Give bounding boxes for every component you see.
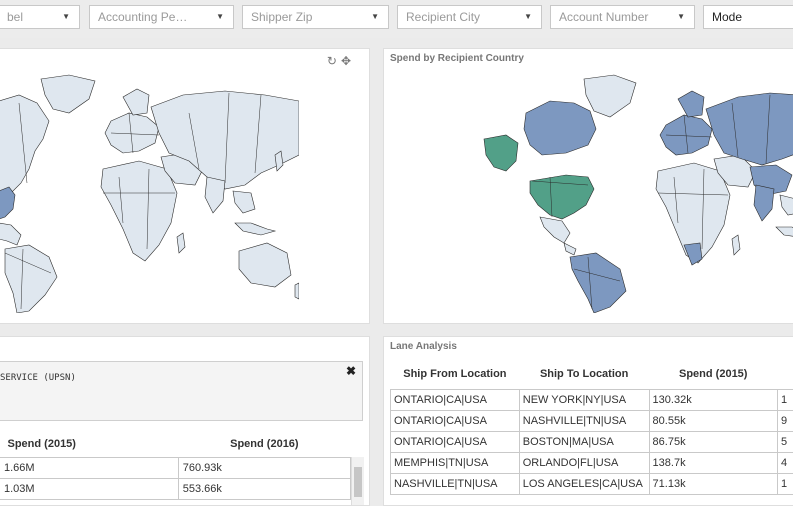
left-map-panel: ↻✥: [0, 48, 370, 324]
map-indonesia: [235, 223, 275, 235]
map-mexico: [540, 217, 570, 243]
table-cell: MEMPHIS|TN|USA: [391, 453, 520, 474]
table-cell: 80.55k: [649, 411, 777, 432]
table-cell: NASHVILLE|TN|USA: [391, 474, 520, 495]
table-cell: 5: [777, 432, 793, 453]
column-header[interactable]: Spend (2016): [178, 431, 350, 457]
table-row[interactable]: MEMPHIS|TN|USA ORLANDO|FL|USA 138.7k 4: [391, 453, 793, 474]
filter-recipient-city-select[interactable]: Recipient City ▼: [397, 5, 542, 29]
table-row[interactable]: ONTARIO|CA|USA BOSTON|MA|USA 86.75k 5: [391, 432, 793, 453]
column-header[interactable]: Ship From Location: [391, 359, 520, 390]
world-map: [0, 73, 299, 313]
table-cell: 4: [777, 453, 793, 474]
filter-label: bel: [7, 10, 23, 24]
table-cell: 1.03M: [0, 478, 178, 499]
scrollbar[interactable]: [351, 457, 364, 506]
map-central-america: [564, 243, 576, 255]
map-africa: [101, 161, 177, 261]
map-southeast-asia: [233, 191, 255, 213]
table-cell: 86.75k: [649, 432, 777, 453]
table-cell: LOS ANGELES|CA|USA: [519, 474, 649, 495]
refresh-icon[interactable]: ↻: [327, 54, 341, 68]
lane-analysis-title: Lane Analysis: [390, 341, 457, 352]
move-icon[interactable]: ✥: [341, 54, 355, 68]
table-row[interactable]: ONTARIO|CA|USA NASHVILLE|TN|USA 80.55k 9: [391, 411, 793, 432]
left-bottom-panel: SERVICE (UPSN) ✖ Spend (2015) Spend (201…: [0, 336, 370, 506]
column-header[interactable]: Spend (2015): [649, 359, 777, 390]
chevron-down-icon: ▼: [62, 6, 70, 28]
filter-label: Accounting Pe…: [98, 10, 187, 24]
filter-accounting-period-select[interactable]: Accounting Pe… ▼: [89, 5, 234, 29]
map-canada: [524, 101, 596, 155]
table-row[interactable]: ONTARIO|CA|USA NEW YORK|NY|USA 130.32k 1: [391, 390, 793, 411]
table-cell: 1.66M: [0, 457, 178, 478]
map-north-america: [0, 95, 49, 201]
table-cell: 138.7k: [649, 453, 777, 474]
map-central-america: [0, 223, 21, 245]
panel-tools: ↻✥: [327, 54, 355, 68]
map-alaska: [484, 135, 518, 171]
chevron-down-icon: ▼: [371, 6, 379, 28]
map-scandinavia: [678, 91, 704, 117]
table-cell: BOSTON|MA|USA: [519, 432, 649, 453]
table-cell: ONTARIO|CA|USA: [391, 390, 520, 411]
map-russia: [706, 93, 793, 165]
filter-label: Shipper Zip: [251, 10, 312, 24]
chevron-down-icon: ▼: [677, 6, 685, 28]
lane-table: Ship From Location Ship To Location Spen…: [390, 359, 793, 495]
table-cell: ONTARIO|CA|USA: [391, 432, 520, 453]
table-row[interactable]: 1.66M 760.93k: [0, 457, 351, 478]
right-map-panel: Spend by Recipient Country: [383, 48, 793, 324]
column-header[interactable]: [777, 359, 793, 390]
column-header[interactable]: Ship To Location: [519, 359, 649, 390]
chevron-down-icon: ▼: [216, 6, 224, 28]
table-cell: 760.93k: [178, 457, 350, 478]
map-south-america: [570, 253, 626, 313]
table-cell: 1: [777, 474, 793, 495]
map-scandinavia: [123, 89, 149, 115]
map-south-america: [5, 245, 57, 313]
table-cell: NASHVILLE|TN|USA: [519, 411, 649, 432]
table-cell: ORLANDO|FL|USA: [519, 453, 649, 474]
filter-label: Account Number: [559, 10, 648, 24]
map-southeast-asia: [780, 195, 793, 215]
map-madagascar: [177, 233, 185, 253]
table-row[interactable]: 1.03M 553.66k: [0, 478, 351, 499]
table-cell: 1: [777, 390, 793, 411]
map-usa-east: [0, 187, 15, 219]
filter-account-number-select[interactable]: Account Number ▼: [550, 5, 695, 29]
lane-analysis-panel: Lane Analysis Ship From Location Ship To…: [383, 336, 793, 506]
scrollbar-thumb[interactable]: [354, 467, 362, 497]
table-cell: 553.66k: [178, 478, 350, 499]
spend-world-map: [470, 73, 793, 313]
table-cell: ONTARIO|CA|USA: [391, 411, 520, 432]
filter-shipper-zip-select[interactable]: Shipper Zip ▼: [242, 5, 389, 29]
filter-label-select[interactable]: bel ▼: [0, 5, 80, 29]
detail-popup: SERVICE (UPSN) ✖: [0, 361, 363, 421]
right-map-title: Spend by Recipient Country: [390, 53, 524, 64]
close-icon[interactable]: ✖: [346, 364, 356, 378]
table-cell: 130.32k: [649, 390, 777, 411]
chevron-down-icon: ▼: [524, 6, 532, 28]
table-cell: NEW YORK|NY|USA: [519, 390, 649, 411]
table-row[interactable]: NASHVILLE|TN|USA LOS ANGELES|CA|USA 71.1…: [391, 474, 793, 495]
column-header[interactable]: Spend (2015): [0, 431, 178, 457]
filter-label: Mode: [712, 10, 742, 24]
map-australia: [239, 243, 291, 287]
map-greenland: [584, 75, 636, 117]
table-cell: 71.13k: [649, 474, 777, 495]
map-new-zealand: [295, 283, 299, 299]
map-madagascar: [732, 235, 740, 255]
table-cell: 9: [777, 411, 793, 432]
filter-bar: bel ▼ Accounting Pe… ▼ Shipper Zip ▼ Rec…: [0, 0, 793, 38]
map-indonesia: [776, 227, 793, 237]
filter-mode-select[interactable]: Mode: [703, 5, 793, 29]
map-india: [754, 185, 774, 221]
spend-table: Spend (2015) Spend (2016) 1.66M 760.93k …: [0, 431, 351, 500]
filter-label: Recipient City: [406, 10, 480, 24]
detail-text: SERVICE (UPSN): [0, 373, 76, 383]
map-india: [205, 177, 225, 213]
map-greenland: [41, 75, 95, 113]
